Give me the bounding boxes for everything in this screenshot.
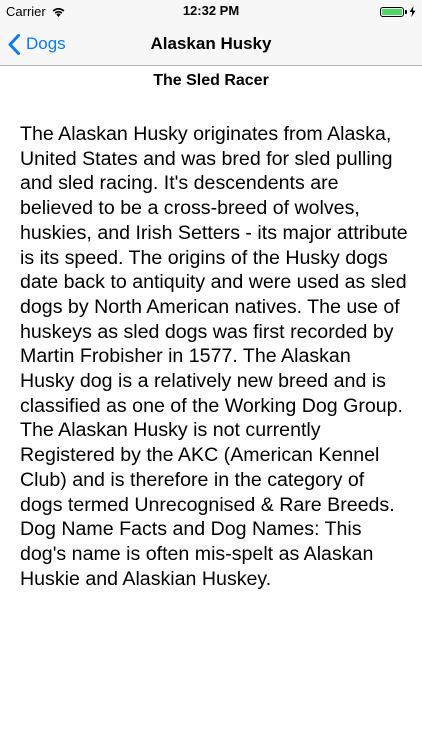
- battery-indicator: [380, 6, 416, 17]
- screen: Carrier 12:32 PM Dogs Alaskan Husky The …: [0, 0, 422, 750]
- battery-fill: [382, 8, 402, 15]
- battery-icon: [380, 6, 404, 17]
- battery-cap: [405, 9, 407, 14]
- status-bar: Carrier 12:32 PM: [0, 0, 422, 22]
- navigation-bar: Dogs Alaskan Husky: [0, 22, 422, 66]
- nav-title: Alaskan Husky: [150, 34, 272, 53]
- charging-bolt-icon: [409, 6, 416, 17]
- status-time: 12:32 PM: [182, 3, 240, 18]
- page-subtitle: The Sled Racer: [153, 72, 269, 89]
- description-text: The Alaskan Husky originates from Alaska…: [20, 123, 408, 590]
